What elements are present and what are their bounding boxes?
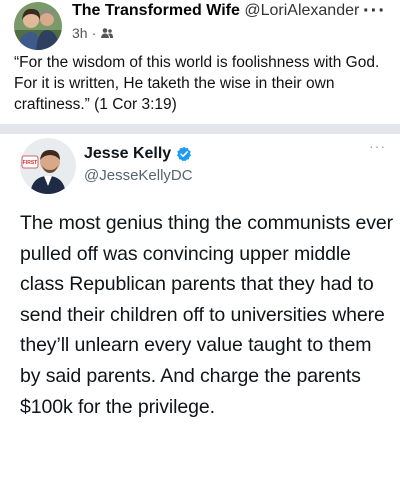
tweet-author-name-line[interactable]: Jesse Kelly bbox=[84, 145, 192, 163]
post-meta: 3h · bbox=[72, 25, 114, 41]
section-divider bbox=[0, 124, 400, 134]
author-name[interactable]: The Transformed Wife bbox=[72, 2, 240, 19]
post-time[interactable]: 3h bbox=[72, 25, 88, 41]
avatar-photo: FIRST bbox=[20, 138, 76, 194]
tweet-author-handle[interactable]: @JesseKellyDC bbox=[84, 167, 193, 184]
verified-badge-icon bbox=[177, 146, 192, 162]
meta-separator: · bbox=[91, 25, 97, 41]
author-handle[interactable]: @LoriAlexander bbox=[244, 2, 359, 19]
avatar-badge-text: FIRST bbox=[23, 160, 37, 166]
author-avatar[interactable] bbox=[14, 2, 62, 50]
friends-icon bbox=[101, 28, 114, 38]
shared-post: The Transformed Wife @LoriAlexander 3h ·… bbox=[0, 0, 400, 500]
tweet-author-name[interactable]: Jesse Kelly bbox=[84, 145, 171, 163]
tweet-text: The most genius thing the communists eve… bbox=[20, 212, 394, 418]
more-options-icon[interactable]: ··· bbox=[363, 0, 386, 23]
tweet-more-icon[interactable]: ··· bbox=[369, 138, 386, 154]
post-text: “For the wisdom of this world is foolish… bbox=[14, 54, 380, 113]
author-name-line[interactable]: The Transformed Wife @LoriAlexander bbox=[72, 2, 359, 20]
avatar-photo bbox=[14, 2, 62, 50]
tweet-author-avatar[interactable]: FIRST bbox=[20, 138, 76, 194]
